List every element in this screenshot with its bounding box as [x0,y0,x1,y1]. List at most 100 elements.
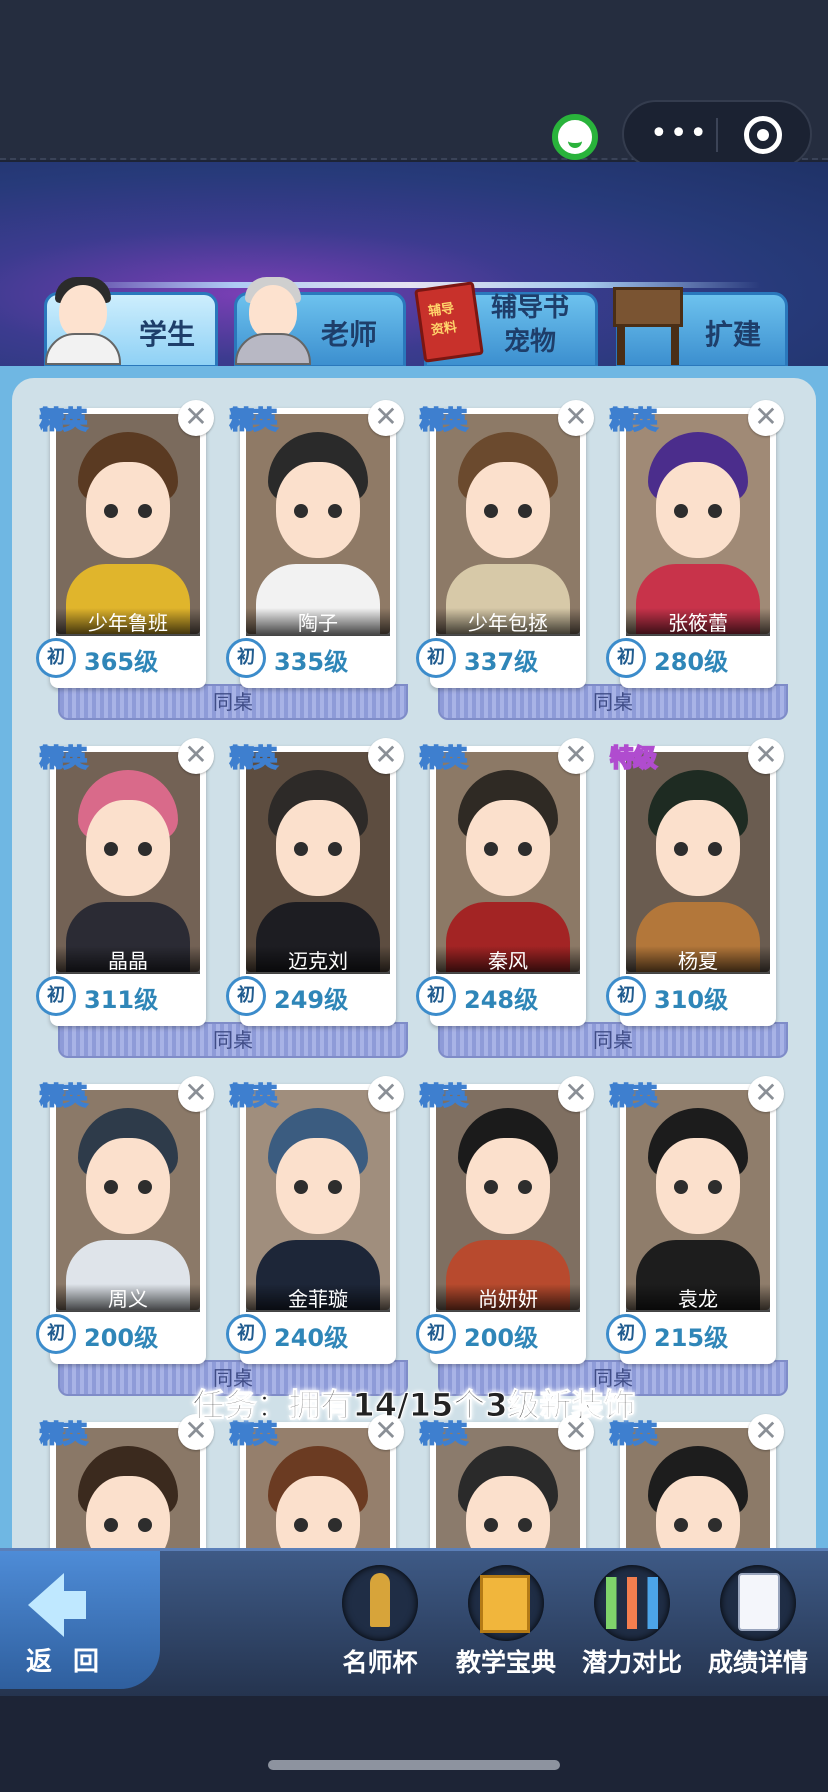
student-card[interactable]: 精英 ✕ 陶子初 335级 [226,400,404,688]
student-level: 337级 [464,648,539,676]
back-button[interactable]: 返 回 [0,1551,160,1689]
tab-label: 老师 [321,318,378,351]
student-name: 迈克刘 [246,946,390,974]
student-level: 215级 [654,1324,729,1352]
student-level: 280级 [654,648,729,676]
rank-badge: 精英 [39,743,88,773]
student-card[interactable]: 精英 ✕ 张筱蕾初 280级 [606,400,784,688]
miniprogram-capsule: ••• [622,100,812,168]
desk-mate-bar: 同桌 [438,1022,788,1058]
trophy-icon [370,1573,390,1627]
rank-badge: 精英 [609,1081,658,1111]
capsule-divider [716,118,718,152]
student-tab-icon [39,277,123,367]
famous-teacher-cup-button[interactable]: 名师杯 [320,1565,440,1685]
student-portrait [626,1090,770,1310]
score-details-button[interactable]: 成绩详情 [698,1565,818,1685]
student-card[interactable]: 精英 ✕ 袁龙初 215级 [606,1076,784,1364]
remove-icon[interactable]: ✕ [748,1076,784,1112]
grade-badge: 初 [36,638,76,678]
student-level: 200级 [84,1324,159,1352]
student-card[interactable]: 精英 ✕ [419,1414,594,1552]
student-card[interactable]: 精英 ✕ 周义初 200级 [36,1076,214,1364]
student-card[interactable]: 精英 ✕ [39,1414,214,1552]
grade-badge: 初 [226,976,266,1016]
report-icon [738,1573,780,1631]
teaching-guide-button[interactable]: 教学宝典 [446,1565,566,1685]
remove-icon[interactable]: ✕ [178,738,214,774]
remove-icon[interactable]: ✕ [368,738,404,774]
tab-books-pets[interactable]: 辅导书 宠物 [414,281,598,368]
remove-icon[interactable]: ✕ [748,738,784,774]
student-card[interactable]: 精英 ✕ 金菲璇初 240级 [226,1076,404,1364]
rank-badge: 特级 [609,743,658,773]
student-grid[interactable]: 同桌 同桌 同桌 同桌 同桌 同桌 精英 ✕ 少年鲁班初 365级 精英 ✕ 陶子初 335级 精英 ✕ 少年包… [12,378,816,1552]
close-miniprogram-icon[interactable] [744,116,782,154]
grade-badge: 初 [606,976,646,1016]
student-name: 少年鲁班 [56,608,200,636]
student-card[interactable]: 精英 ✕ 迈克刘初 249级 [226,738,404,1026]
student-name: 杨夏 [626,946,770,974]
student-portrait [626,414,770,634]
student-name: 张筱蕾 [626,608,770,636]
potential-compare-button[interactable]: 潜力对比 [572,1565,692,1685]
grade-badge: 初 [226,1314,266,1354]
desk-mate-bar: 同桌 [58,1022,408,1058]
grade-badge: 初 [36,976,76,1016]
student-portrait [436,1090,580,1310]
home-indicator [268,1760,560,1770]
student-portrait [246,752,390,972]
rank-badge: 精英 [39,405,88,435]
student-level: 248级 [464,986,539,1014]
rank-badge: 精英 [229,1081,278,1111]
tab-teachers[interactable]: 老师 [234,277,406,368]
back-arrow-icon [28,1573,86,1637]
more-icon[interactable]: ••• [650,119,707,149]
bottom-bar: 返 回 名师杯 教学宝典 潜力对比 成绩详情 [0,1548,828,1696]
student-card[interactable]: 精英 ✕ 秦风初 248级 [416,738,594,1026]
student-card[interactable]: 精英 ✕ 少年鲁班初 365级 [36,400,214,688]
student-name: 秦风 [436,946,580,974]
tab-label: 辅导书 宠物 [491,293,570,357]
desk-mate-bar: 同桌 [438,684,788,720]
tab-expand[interactable]: 扩建 [613,287,788,368]
rank-badge: 精英 [229,405,278,435]
student-level: 311级 [84,986,159,1014]
student-portrait [436,414,580,634]
rank-badge: 精英 [609,405,658,435]
grade-badge: 初 [606,1314,646,1354]
remove-icon[interactable]: ✕ [368,400,404,436]
teacher-tab-icon [229,277,313,367]
student-card[interactable]: 精英 ✕ [229,1414,404,1552]
student-level: 249级 [274,986,349,1014]
remove-icon[interactable]: ✕ [558,738,594,774]
desk-mate-bar: 同桌 [58,684,408,720]
task-banner: 任务：拥有14/15个3级新装饰 [192,1386,636,1425]
student-name: 晶晶 [56,946,200,974]
grade-badge: 初 [606,638,646,678]
student-portrait [626,752,770,972]
book-icon [414,281,484,363]
remove-icon[interactable]: ✕ [178,400,214,436]
wechat-icon[interactable] [552,114,598,160]
student-card[interactable]: 精英 ✕ 少年包拯初 337级 [416,400,594,688]
student-name: 陶子 [246,608,390,636]
student-level: 365级 [84,648,159,676]
student-card[interactable]: 精英 ✕ 尚妍妍初 200级 [416,1076,594,1364]
student-card[interactable]: 精英 ✕ [609,1414,784,1552]
remove-icon[interactable]: ✕ [178,1076,214,1112]
remove-icon[interactable]: ✕ [748,400,784,436]
student-name: 袁龙 [626,1284,770,1312]
grade-badge: 初 [416,976,456,1016]
student-portrait [246,414,390,634]
remove-icon[interactable]: ✕ [558,400,594,436]
tab-students[interactable]: 学生 [44,277,218,368]
student-card[interactable]: 特级 ✕ 杨夏初 310级 [606,738,784,1026]
remove-icon[interactable]: ✕ [558,1076,594,1112]
student-panel: 同桌 同桌 同桌 同桌 同桌 同桌 精英 ✕ 少年鲁班初 365级 精英 ✕ 陶子初 335级 精英 ✕ 少年包… [0,366,828,1552]
grade-badge: 初 [416,638,456,678]
student-card[interactable]: 精英 ✕ 晶晶初 311级 [36,738,214,1026]
rank-badge: 精英 [229,743,278,773]
remove-icon[interactable]: ✕ [368,1076,404,1112]
student-portrait [56,414,200,634]
